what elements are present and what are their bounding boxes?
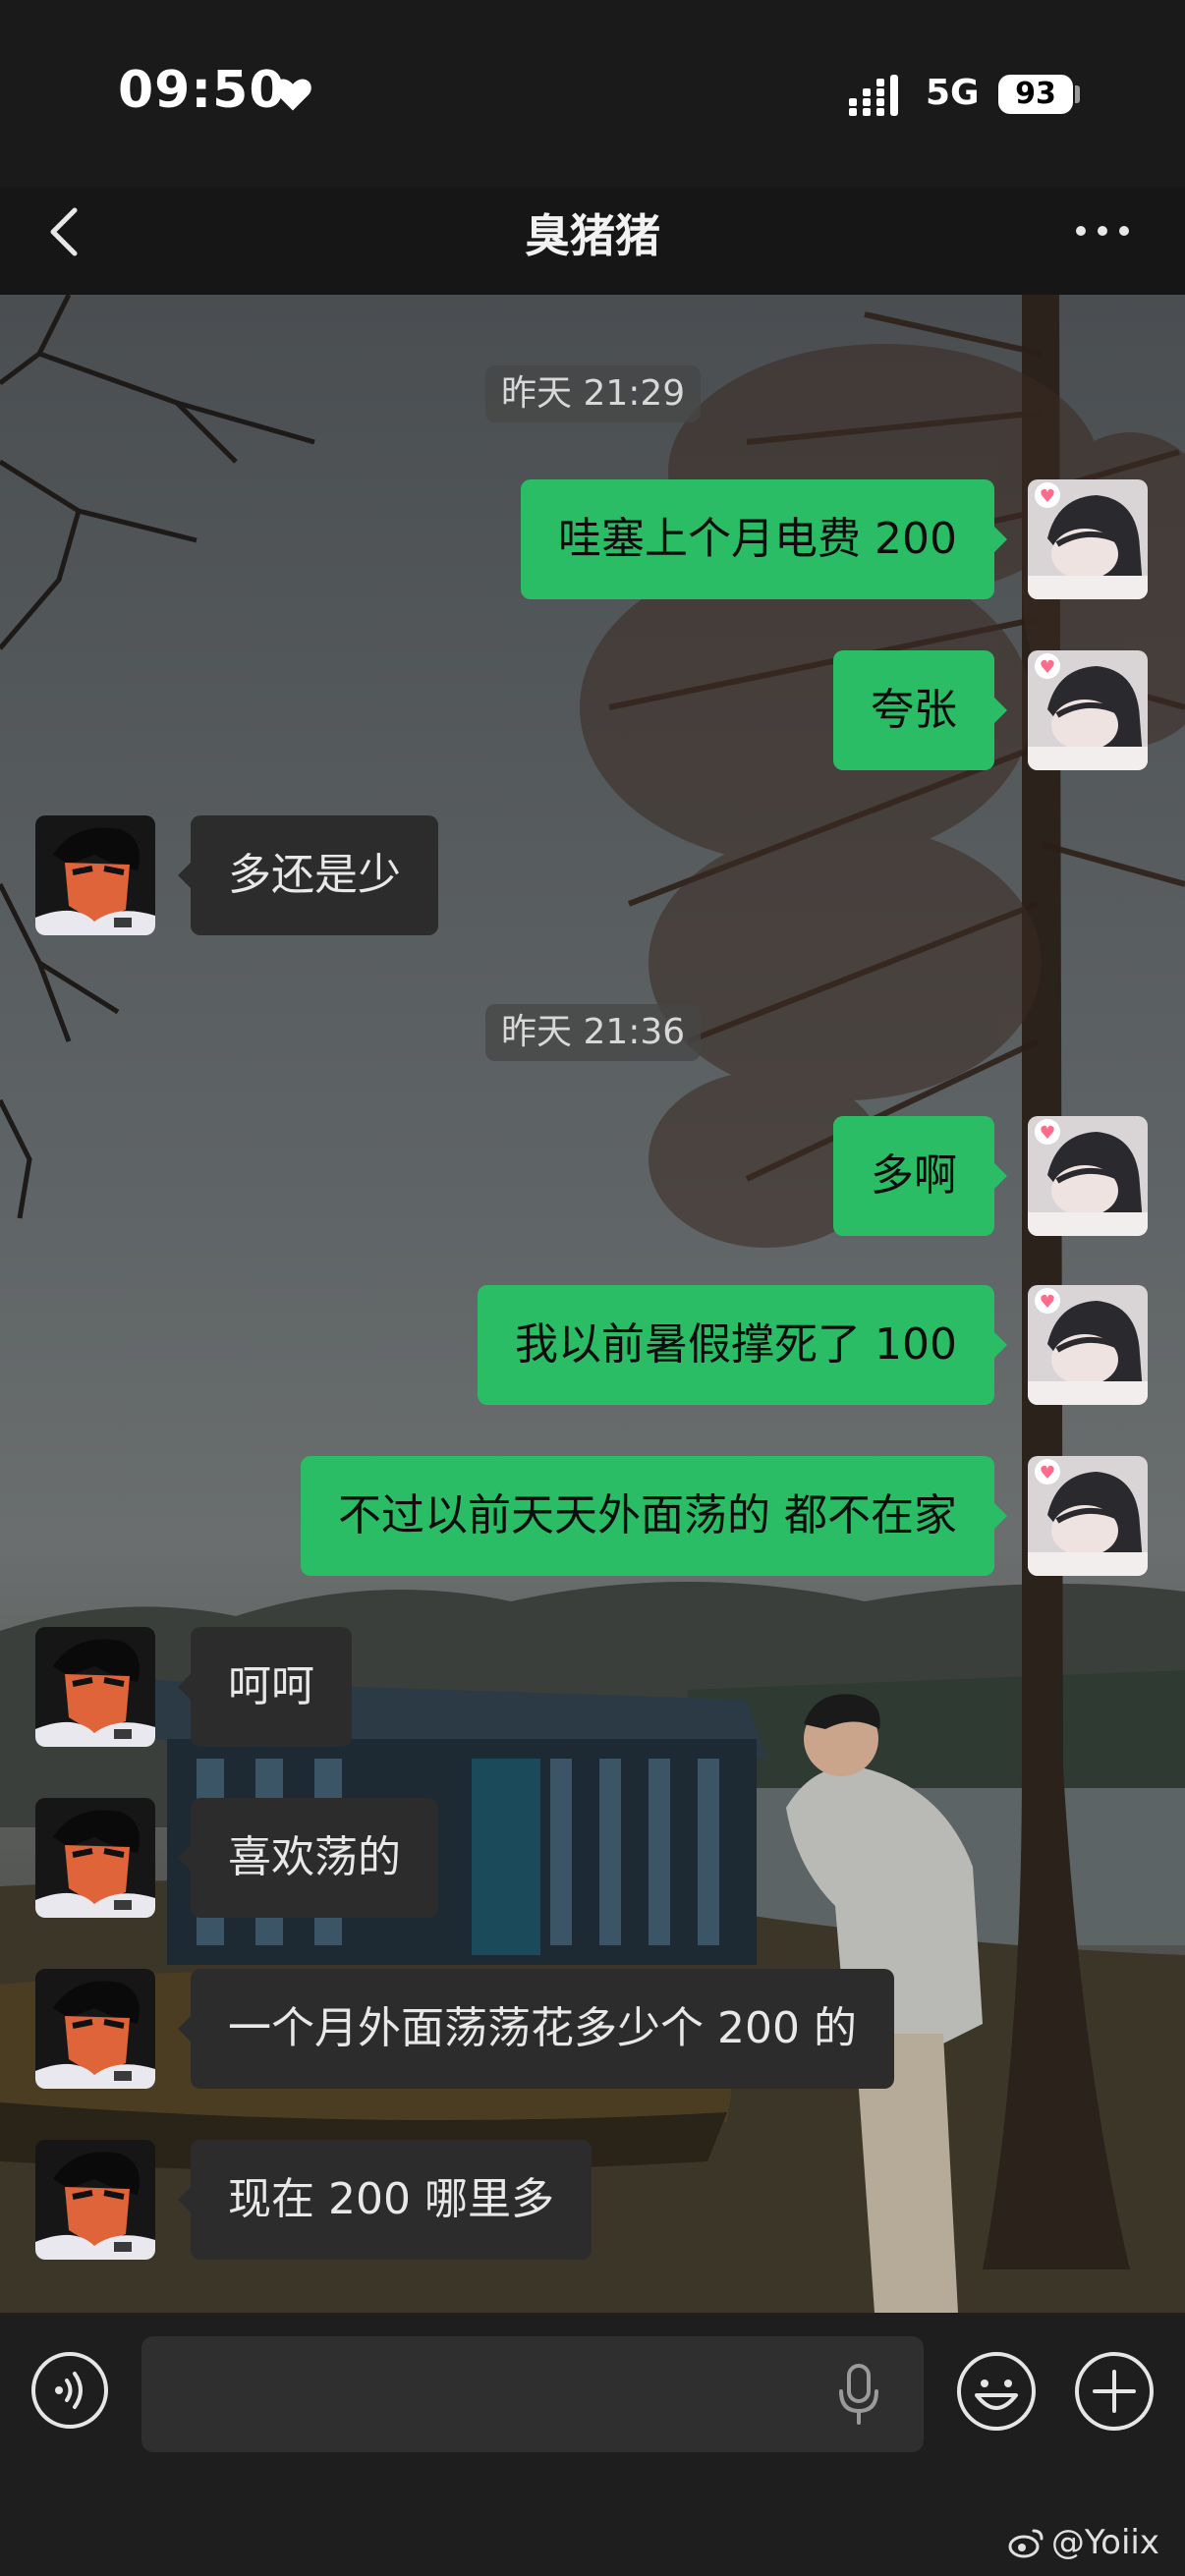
sent-message-bubble[interactable]: 我以前暑假撑死了 100 [478, 1285, 994, 1405]
my-avatar[interactable] [1028, 479, 1148, 599]
sent-message-bubble[interactable]: 夸张 [833, 650, 994, 770]
watermark: @Yoiix [1008, 2523, 1159, 2562]
contact-avatar[interactable] [35, 815, 155, 935]
contact-avatar[interactable] [35, 2140, 155, 2260]
bubble-tail [178, 1844, 192, 1872]
sent-message-bubble[interactable]: 不过以前天天外面荡的 都不在家 [301, 1456, 994, 1576]
my-avatar[interactable] [1028, 650, 1148, 770]
plus-icon[interactable] [1073, 2350, 1156, 2433]
signal-icon [849, 75, 898, 116]
heart-icon [274, 79, 311, 111]
voice-toggle-icon[interactable] [29, 2350, 110, 2431]
network-type: 5G [926, 73, 980, 113]
bubble-tail [993, 697, 1007, 724]
received-message-bubble[interactable]: 多还是少 [191, 815, 438, 935]
bubble-tail [178, 2015, 192, 2043]
my-avatar[interactable] [1028, 1456, 1148, 1576]
my-avatar[interactable] [1028, 1116, 1148, 1236]
bubble-tail [993, 1502, 1007, 1530]
bubble-tail [178, 862, 192, 889]
message-input[interactable] [141, 2336, 924, 2452]
bubble-tail [993, 526, 1007, 553]
bubble-tail [993, 1162, 1007, 1190]
contact-avatar[interactable] [35, 1969, 155, 2089]
bubble-tail [993, 1331, 1007, 1359]
contact-avatar[interactable] [35, 1627, 155, 1747]
sent-message-bubble[interactable]: 哇塞上个月电费 200 [521, 479, 994, 599]
received-message-bubble[interactable]: 现在 200 哪里多 [191, 2140, 592, 2260]
received-message-bubble[interactable]: 喜欢荡的 [191, 1798, 438, 1918]
message-timestamp: 昨天 21:29 [485, 365, 702, 422]
status-time: 09:50 [118, 61, 286, 120]
weibo-icon [1008, 2529, 1044, 2558]
watermark-text: @Yoiix [1050, 2523, 1159, 2562]
bubble-tail [178, 1673, 192, 1701]
received-message-bubble[interactable]: 呵呵 [191, 1627, 352, 1747]
chat-title: 臭猪猪 [525, 209, 660, 262]
chat-screen: 09:50 5G 93 臭猪猪 昨天 21:29 哇塞上个月电费 200 夸张 … [0, 0, 1185, 2576]
mic-icon[interactable] [837, 2362, 880, 2427]
battery-indicator: 93 [998, 75, 1073, 114]
message-timestamp: 昨天 21:36 [485, 1004, 702, 1061]
battery-nub [1075, 85, 1080, 103]
my-avatar[interactable] [1028, 1285, 1148, 1405]
chat-background: 昨天 21:29 哇塞上个月电费 200 夸张多还是少昨天 21:36 多啊我以前暑假… [0, 295, 1185, 2313]
sent-message-bubble[interactable]: 多啊 [833, 1116, 994, 1236]
more-icon[interactable] [1071, 214, 1134, 248]
status-bar: 09:50 5G 93 [0, 0, 1185, 187]
emoji-icon[interactable] [955, 2350, 1038, 2433]
bubble-tail [178, 2186, 192, 2213]
received-message-bubble[interactable]: 一个月外面荡荡花多少个 200 的 [191, 1969, 894, 2089]
contact-avatar[interactable] [35, 1798, 155, 1918]
